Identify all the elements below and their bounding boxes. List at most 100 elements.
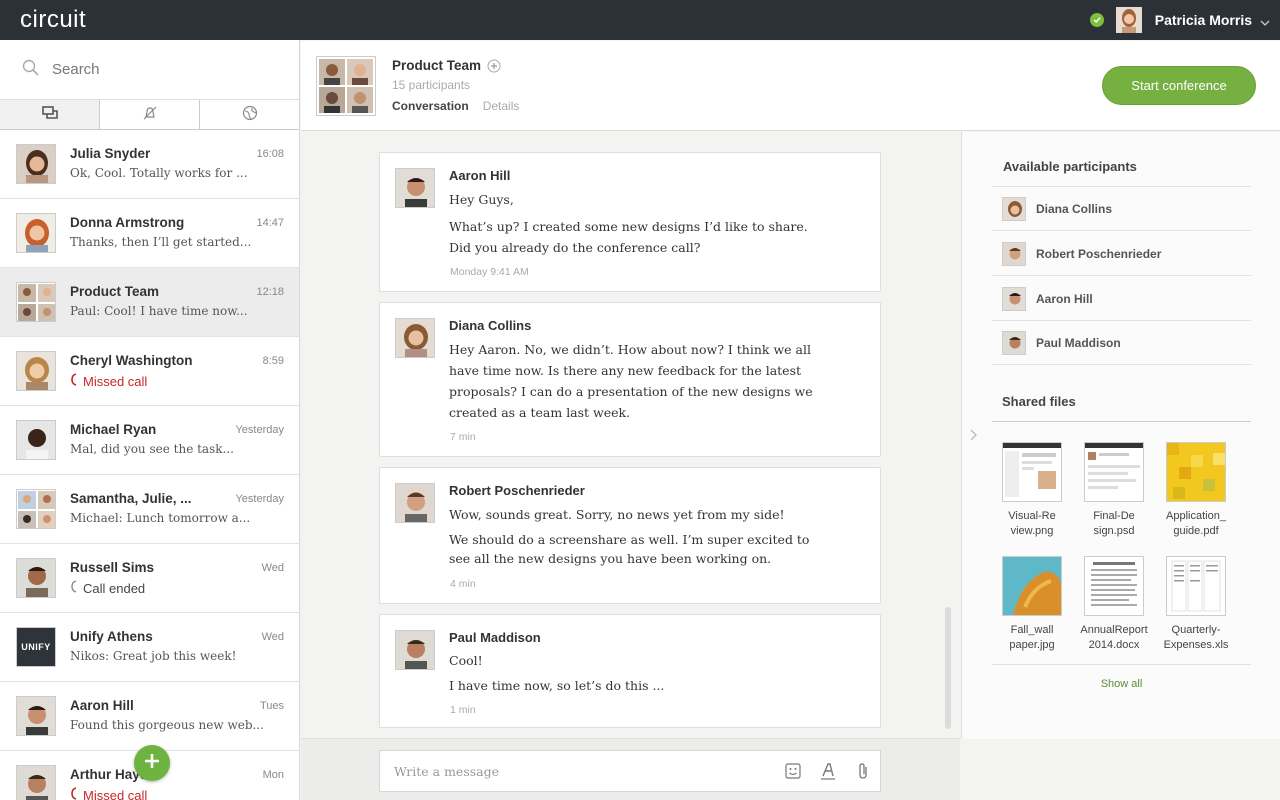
avatar [1002,286,1026,311]
top-bar: circuit Patricia Morris [0,0,1280,40]
message-time: Monday 9:41 AM [450,266,529,278]
plus-icon [143,752,161,774]
conversation-time: 16:08 [256,148,284,160]
message-sender: Diana Collins [449,318,532,333]
shared-file[interactable]: Visual-Re view.png [992,442,1072,539]
shared-file[interactable]: AnnualReport 2014.docx [1074,556,1154,653]
conversation-time: 14:47 [256,217,284,229]
tab-details[interactable]: Details [483,99,520,113]
conversation-item[interactable]: Michael Ryan Yesterday Mal, did you see … [0,406,299,475]
message-input[interactable]: Write a message [394,764,775,779]
file-name: Visual-Re view.png [1008,510,1056,537]
avatar [395,483,435,523]
chevron-right-icon[interactable] [969,426,977,445]
conversation-list: Julia Snyder 16:08 Ok, Cool. Totally wor… [0,130,299,800]
participant-name: Aaron Hill [1036,291,1093,306]
conversation-preview: Ok, Cool. Totally works for ... [70,166,248,180]
text-format-icon[interactable] [810,750,845,792]
chat-scrollbar[interactable] [945,607,951,729]
avatar [395,168,435,208]
call-ended-preview: Call ended [70,580,145,596]
participant-item[interactable]: Paul Maddison [992,321,1251,365]
participant-item[interactable]: Robert Poschenrieder [992,232,1251,276]
tab-conversations[interactable] [0,100,100,129]
message-time: 1 min [450,704,476,716]
conversation-time: 8:59 [262,355,284,367]
emoji-icon[interactable] [775,750,810,792]
conversation-time: Mon [262,769,284,781]
shared-file[interactable]: Fall_wall paper.jpg [992,556,1072,653]
participant-item[interactable]: Diana Collins [992,187,1251,231]
message-time: 4 min [450,578,476,590]
message-card: Robert Poschenrieder Wow, sounds great. … [379,467,881,604]
shared-file[interactable]: Final-De sign.psd [1074,442,1154,539]
user-avatar [1115,7,1142,33]
chevron-down-icon[interactable] [1260,11,1270,30]
conversation-name: Donna Armstrong [70,215,185,230]
show-all-link[interactable]: Show all [992,678,1251,690]
conversation-item[interactable]: Julia Snyder 16:08 Ok, Cool. Totally wor… [0,130,299,199]
avatar [16,351,56,391]
conversations-icon [41,105,59,125]
attachment-icon[interactable] [845,750,880,792]
participant-count: 15 participants [392,78,471,92]
app-logo[interactable]: circuit [20,6,86,34]
avatar [1002,196,1026,221]
message-sender: Paul Maddison [449,630,541,645]
conversation-item[interactable]: Donna Armstrong 14:47 Thanks, then I’ll … [0,199,299,268]
group-avatar [16,282,56,322]
conversation-preview: Michael: Lunch tomorrow a... [70,511,251,525]
tab-globe[interactable] [200,100,299,129]
tab-conversation[interactable]: Conversation [392,99,469,113]
avatar [16,213,56,253]
avatar [395,630,435,670]
file-thumbnail [1002,442,1062,502]
conversation-time: Wed [261,631,284,643]
available-status-icon [1089,13,1104,27]
user-menu[interactable]: Patricia Morris [1089,0,1280,40]
conversation-preview: Thanks, then I’ll get started... [70,235,252,249]
search-icon [22,59,40,81]
conversation-time: Tues [259,700,284,712]
search-bar[interactable]: Search [0,40,299,100]
message-sender: Robert Poschenrieder [449,483,585,498]
conversation-item[interactable]: Samantha, Julie, ... Yesterday Michael: … [0,475,299,544]
message-text: I have time now, so let’s do this ... [449,678,665,693]
avatar [16,696,56,736]
conversation-item[interactable]: UNIFY Unify Athens Wed Nikos: Great job … [0,613,299,682]
participant-name: Paul Maddison [1036,335,1121,350]
conversation-item[interactable]: Aaron Hill Tues Found this gorgeous new … [0,682,299,751]
avatar [395,318,435,358]
shared-file[interactable]: Application_ guide.pdf [1156,442,1236,539]
message-input-box[interactable]: Write a message [379,750,881,792]
conversation-name: Michael Ryan [70,422,157,437]
conversation-preview: Missed call [83,373,148,389]
participant-item[interactable]: Aaron Hill [992,277,1251,321]
missed-call-icon [70,373,79,389]
compose-area: Write a message [301,738,960,800]
conversation-preview: Nikos: Great job this week! [70,649,237,663]
shared-file[interactable]: Quarterly- Expenses.xls [1156,556,1236,653]
participant-name: Diana Collins [1036,201,1113,216]
user-name: Patricia Morris [1154,12,1252,28]
add-participant-icon[interactable] [487,59,501,73]
participant-name: Robert Poschenrieder [1036,246,1162,261]
message-text: Hey Aaron. No, we didn’t. How about now?… [449,342,811,357]
conversation-time: Yesterday [235,424,284,436]
start-conference-button[interactable]: Start conference [1102,66,1256,105]
conversation-item-selected[interactable]: Product Team 12:18 Paul: Cool! I have ti… [0,268,299,337]
file-thumbnail [1166,442,1226,502]
conversation-name: Aaron Hill [70,698,134,713]
details-panel: Available participants Diana Collins Rob… [961,132,1280,739]
new-conversation-button[interactable] [134,745,170,781]
conversation-item[interactable]: Cheryl Washington 8:59 Missed call [0,337,299,406]
file-name: Quarterly- Expenses.xls [1163,624,1229,651]
divider [992,664,1251,665]
search-input[interactable]: Search [52,61,100,78]
message-text: We should do a screenshare as well. I’m … [449,532,810,547]
conversation-sidebar: Search Julia Snyder 16:08 Ok, Cool. Tota… [0,40,300,800]
conversation-name: Product Team [70,284,160,299]
conversation-item[interactable]: Russell Sims Wed Call ended [0,544,299,613]
avatar [16,765,56,800]
tab-muted[interactable] [100,100,200,129]
